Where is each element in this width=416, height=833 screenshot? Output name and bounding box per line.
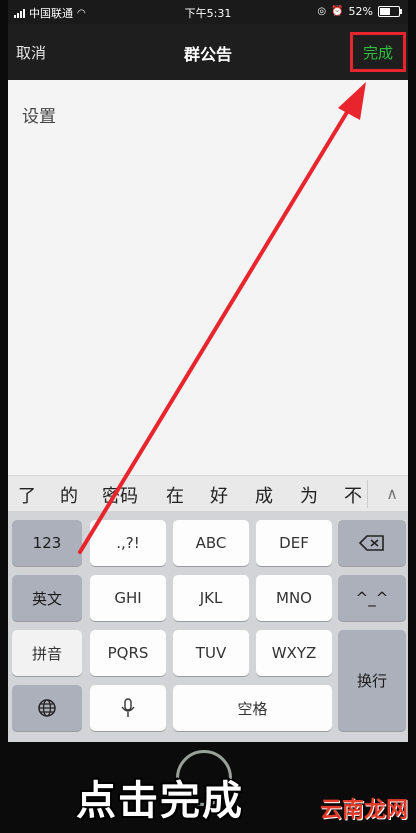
space-key[interactable]: 空格 (173, 685, 332, 731)
candidate-item[interactable]: 为 (300, 482, 318, 508)
globe-key[interactable] (12, 685, 82, 731)
candidate-item[interactable]: 了 (18, 482, 36, 508)
globe-icon (38, 699, 56, 717)
announcement-text: 设置 (22, 107, 56, 127)
emoji-key[interactable]: ^_^ (338, 575, 406, 621)
pinyin-key[interactable]: 拼音 (12, 630, 82, 676)
backspace-key[interactable] (338, 520, 406, 566)
done-button[interactable]: 完成 (363, 42, 393, 63)
abc-key[interactable]: ABC (173, 520, 249, 566)
punct-key[interactable]: .,?! (90, 520, 166, 566)
expand-candidates-icon[interactable]: ∧ (386, 484, 398, 503)
candidate-item[interactable]: 成 (255, 482, 273, 508)
english-key[interactable]: 英文 (12, 575, 82, 621)
battery-icon (378, 6, 402, 17)
candidate-item[interactable]: 不 (344, 482, 362, 508)
alarm-icon: ⏰ (331, 6, 344, 17)
lock-rotation-icon: ◎ (317, 6, 327, 17)
mno-key[interactable]: MNO (256, 575, 332, 621)
def-key[interactable]: DEF (256, 520, 332, 566)
candidate-item[interactable]: 好 (210, 482, 228, 508)
candidate-item[interactable]: 在 (166, 482, 184, 508)
jkl-key[interactable]: JKL (173, 575, 249, 621)
newline-key[interactable]: 换行 (338, 630, 406, 731)
caption-area: 点击完成 云南龙网 (0, 742, 416, 833)
numeric-key[interactable]: 123 (12, 520, 82, 566)
candidate-item[interactable]: 密码 (102, 482, 138, 508)
candidate-divider (367, 480, 368, 508)
nav-bar: 取消 群公告 完成 (8, 24, 408, 80)
ghi-key[interactable]: GHI (90, 575, 166, 621)
microphone-icon (121, 698, 135, 717)
keyboard: 123 .,?! ABC DEF 英文 GHI JKL MNO ^_^ 拼音 P… (8, 511, 408, 742)
caption-text: 点击完成 (76, 778, 244, 824)
watermark: 云南龙网 (319, 798, 408, 823)
announcement-editor[interactable]: 设置 (8, 80, 408, 475)
tuv-key[interactable]: TUV (173, 630, 249, 676)
battery-percent: 52% (348, 5, 373, 18)
pqrs-key[interactable]: PQRS (90, 630, 166, 676)
wxyz-key[interactable]: WXYZ (256, 630, 332, 676)
voice-key[interactable] (90, 685, 166, 731)
page-title: 群公告 (183, 45, 232, 64)
phone-screen: 中国联通 ◠ 下午5:31 ◎ ⏰ 52% 取消 群公告 完成 设置 了 的 密… (8, 0, 408, 742)
backspace-icon (359, 535, 384, 551)
done-highlight-box: 完成 (350, 32, 406, 72)
candidate-item[interactable]: 的 (60, 482, 78, 508)
candidate-bar: 了 的 密码 在 好 成 为 不 ∧ (8, 475, 408, 512)
status-bar: 中国联通 ◠ 下午5:31 ◎ ⏰ 52% (8, 0, 408, 24)
